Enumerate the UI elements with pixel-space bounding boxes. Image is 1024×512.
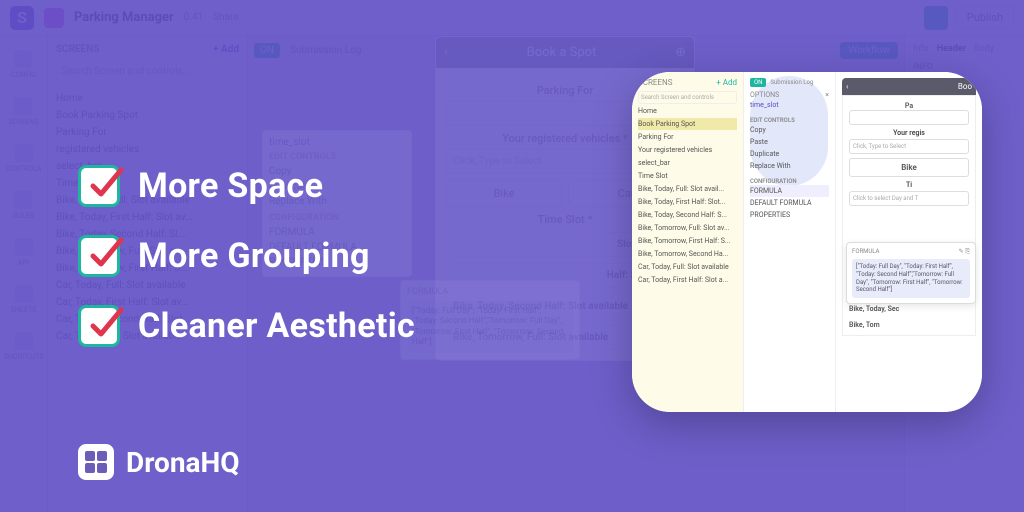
preview-mid-panel: ON Submission Log OPTIONS × time_slot EDIT… — [744, 72, 836, 412]
input[interactable] — [849, 110, 969, 125]
tree-item[interactable]: Your registered vehicles — [638, 144, 737, 156]
search-input[interactable]: Search Screen and controls — [638, 91, 737, 104]
default-formula-option[interactable]: DEFAULT FORMULA — [750, 197, 829, 209]
formula-option[interactable]: FORMULA — [750, 185, 829, 197]
tree-item[interactable]: Parking For — [638, 131, 737, 143]
bullet-row: Cleaner Aesthetic — [78, 305, 415, 347]
tree-item[interactable]: Bike, Today, Second Half: S... — [638, 209, 737, 221]
tree-item[interactable]: Bike, Tomorrow, Second Ha... — [638, 248, 737, 260]
field-label: Pa — [849, 102, 969, 110]
checkbox-icon — [78, 305, 120, 347]
preview-card: SCREENS+ Add Search Screen and controls … — [632, 72, 982, 412]
replace-option[interactable]: Replace With — [750, 160, 829, 172]
tree-item[interactable]: Home — [638, 105, 737, 117]
bullet-text: Cleaner Aesthetic — [138, 306, 415, 346]
tree-item[interactable]: Bike, Today, Full: Slot avail... — [638, 183, 737, 195]
field-label: Your regis — [849, 129, 969, 137]
edit-icon[interactable]: ✎ ⎘ — [959, 248, 970, 256]
duplicate-option[interactable]: Duplicate — [750, 148, 829, 160]
on-toggle[interactable]: ON — [750, 78, 766, 87]
close-icon[interactable]: × — [825, 91, 829, 99]
options-header: OPTIONS — [750, 91, 779, 99]
slot-row: Bike, Today, Sec — [849, 305, 969, 313]
bullet-row: More Space — [78, 165, 415, 207]
slot-row: Bike, Tom — [849, 321, 969, 329]
section-header: CONFIGURATION — [750, 178, 829, 185]
properties-option[interactable]: PROPERTIES — [750, 209, 829, 221]
brand-name: DronaHQ — [126, 446, 240, 479]
field-name: time_slot — [750, 99, 829, 111]
input[interactable]: Click, Type to Select — [849, 139, 969, 154]
bullet-text: More Grouping — [138, 236, 370, 276]
back-icon[interactable]: ‹ — [846, 82, 848, 91]
section-header: EDIT CONTROLS — [750, 117, 829, 124]
screen-title: Boo — [958, 82, 972, 91]
submission-log[interactable]: Submission Log — [770, 79, 813, 86]
formula-popup: FORMULA ✎ ⎘ ["Today: Full Day", "Today: F… — [846, 242, 976, 304]
field-label: Ti — [849, 181, 969, 189]
bike-button[interactable]: Bike — [849, 158, 969, 177]
brand: DronaHQ — [78, 444, 240, 480]
paste-option[interactable]: Paste — [750, 136, 829, 148]
tree-item[interactable]: Bike, Today, First Half: Slot... — [638, 196, 737, 208]
preview-tree-panel: SCREENS+ Add Search Screen and controls … — [632, 72, 744, 412]
tree-item[interactable]: Bike, Tomorrow, First Half: S... — [638, 235, 737, 247]
tree-item[interactable]: Bike, Tomorrow, Full: Slot av... — [638, 222, 737, 234]
tree-item[interactable]: Car, Today, First Half: Slot a... — [638, 274, 737, 286]
tree-item[interactable]: Car, Today, Full: Slot available — [638, 261, 737, 273]
formula-content[interactable]: ["Today: Full Day", "Today: First Half",… — [852, 259, 970, 298]
checkbox-icon — [78, 235, 120, 277]
bullet-text: More Space — [138, 166, 323, 206]
copy-option[interactable]: Copy — [750, 124, 829, 136]
formula-title: FORMULA — [852, 248, 879, 256]
brand-icon — [78, 444, 114, 480]
bullet-row: More Grouping — [78, 235, 415, 277]
tree-item[interactable]: Time Slot — [638, 170, 737, 182]
input[interactable]: Click to select Day and T — [849, 191, 969, 206]
tree-item[interactable]: Book Parking Spot — [638, 118, 737, 130]
checkbox-icon — [78, 165, 120, 207]
tree-item[interactable]: select_bar — [638, 157, 737, 169]
add-button[interactable]: + Add — [716, 78, 737, 87]
